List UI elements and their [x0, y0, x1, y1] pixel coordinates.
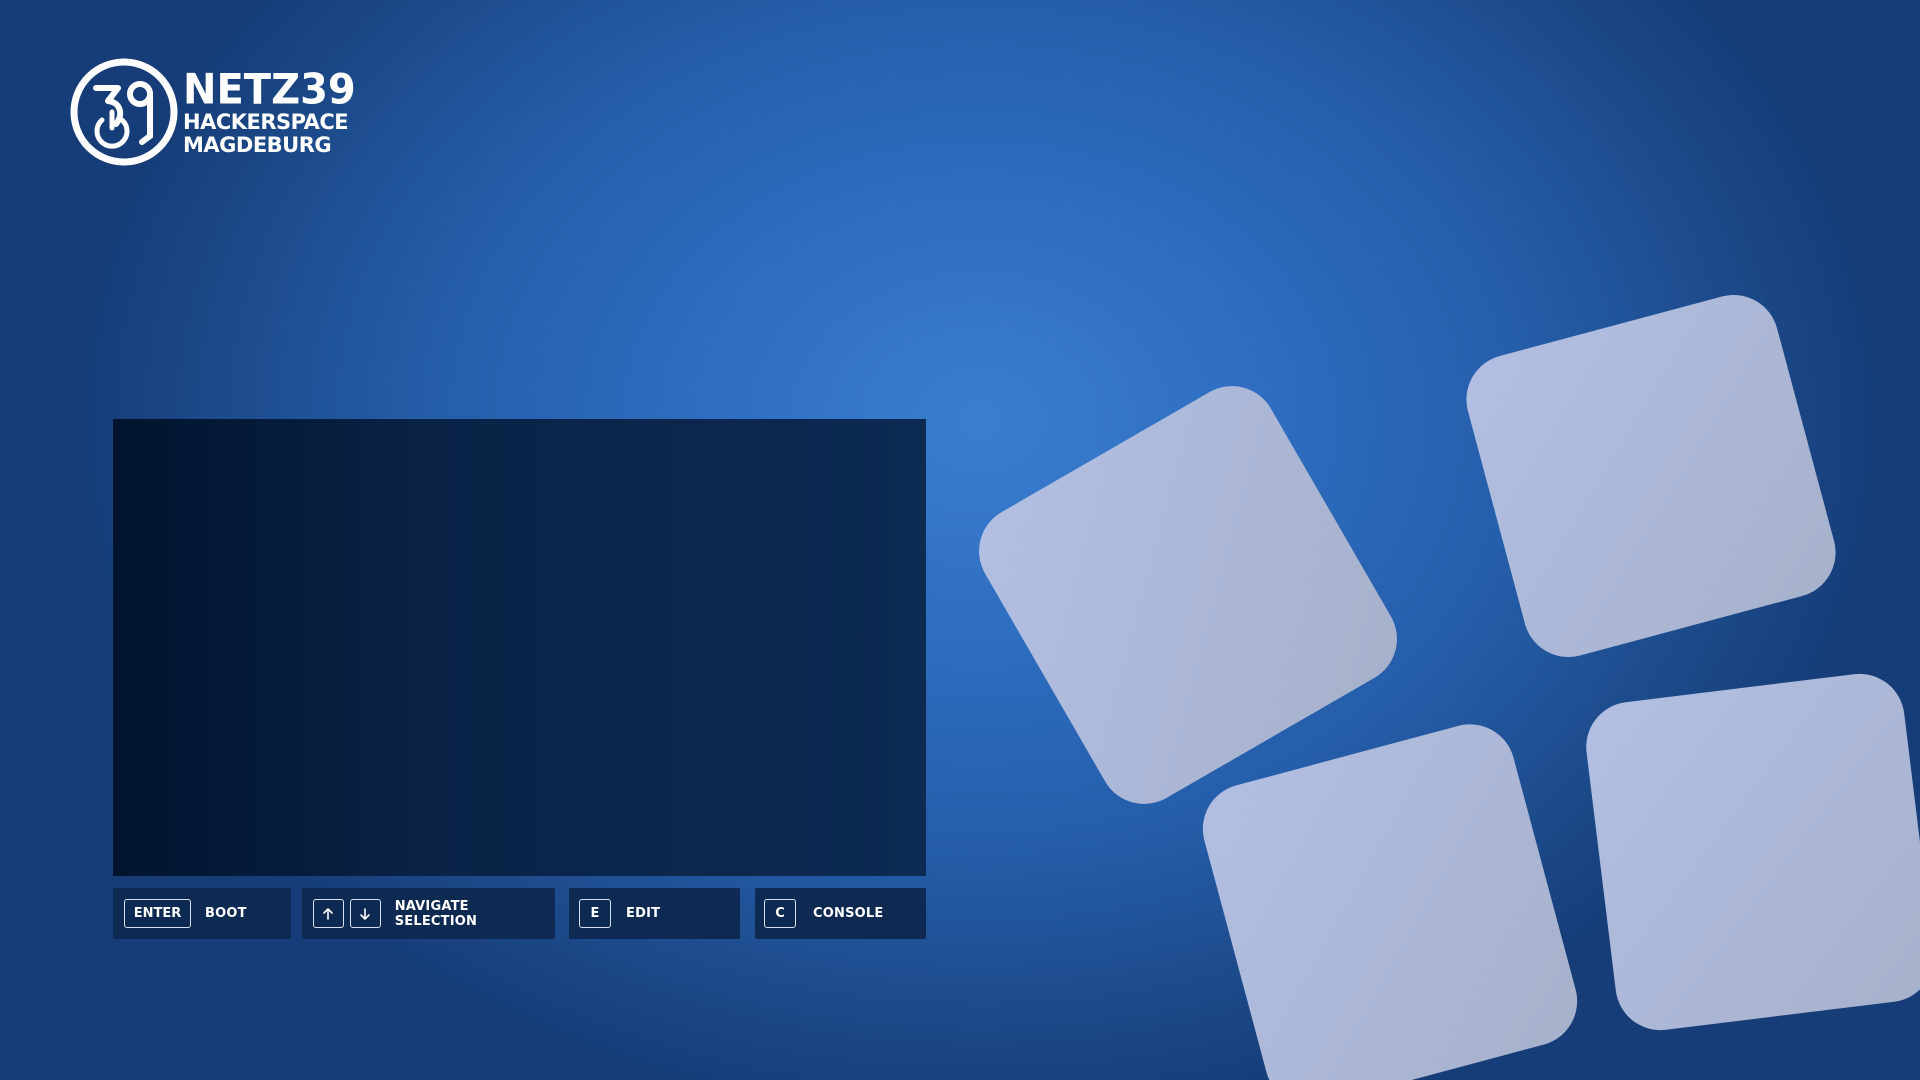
brand-subtitle-line2: MAGDEBURG	[183, 133, 332, 157]
down-arrow-key[interactable]	[349, 899, 381, 928]
hint-console-label: CONSOLE	[813, 906, 884, 921]
c-key[interactable]: C	[764, 899, 796, 928]
hint-boot-label: BOOT	[205, 906, 247, 921]
hint-console: C CONSOLE	[755, 888, 926, 939]
brand-subtitle-line1: HACKERSPACE	[183, 110, 349, 134]
up-arrow-icon	[323, 907, 334, 920]
tile-top-right	[1466, 294, 1836, 658]
brand-text: NETZ39 HACKERSPACE MAGDEBURG	[183, 65, 356, 157]
tile-bottom-left	[1202, 724, 1578, 1080]
netz39-logo-icon	[70, 58, 178, 166]
brand-title: NETZ39	[183, 65, 356, 115]
hint-edit-label: EDIT	[626, 906, 661, 921]
hint-boot: ENTER BOOT	[113, 888, 291, 939]
boot-menu-panel[interactable]	[113, 419, 926, 876]
tile-top-left	[979, 386, 1397, 804]
down-arrow-icon	[360, 907, 371, 920]
enter-key[interactable]: ENTER	[124, 899, 191, 928]
hint-edit: E EDIT	[569, 888, 740, 939]
tile-bottom-right	[1586, 673, 1920, 1031]
brand-logo: NETZ39 HACKERSPACE MAGDEBURG	[68, 56, 358, 168]
hint-navigate: NAVIGATE SELECTION	[302, 888, 555, 939]
hint-navigate-label: NAVIGATE SELECTION	[394, 898, 478, 929]
up-arrow-key[interactable]	[313, 899, 344, 928]
e-key[interactable]: E	[579, 899, 611, 928]
